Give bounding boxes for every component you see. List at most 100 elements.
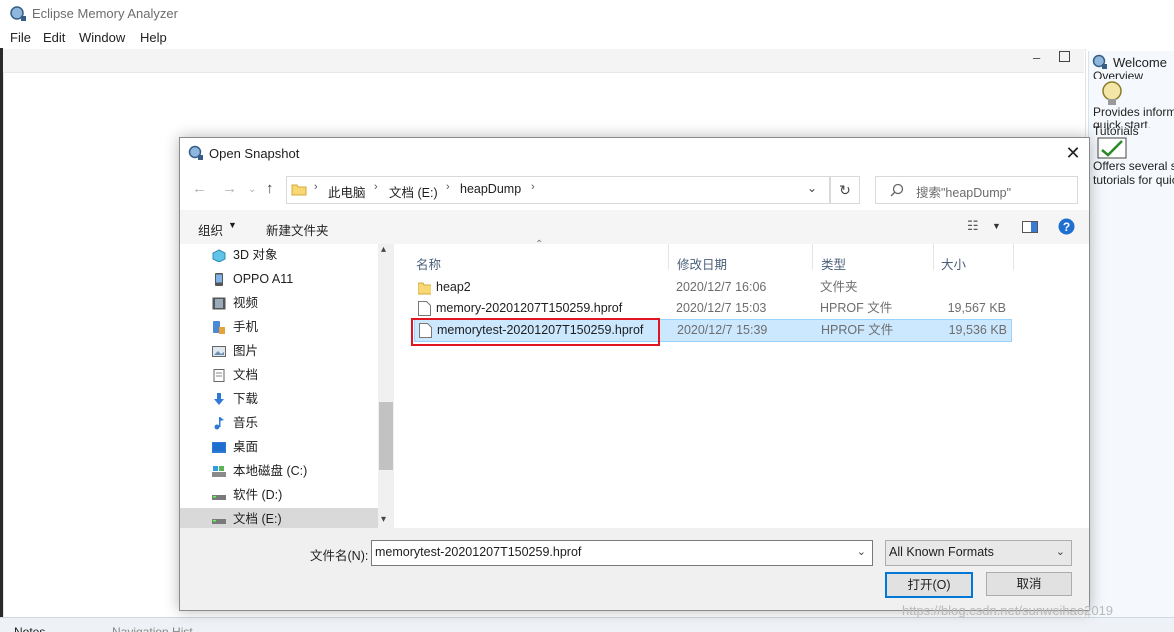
file-row-heap2[interactable]: heap2 2020/12/7 16:06 文件夹 (414, 277, 1010, 298)
pictures-icon (212, 346, 226, 357)
column-separator (668, 244, 669, 270)
highlight-box (411, 318, 660, 346)
scrollbar-thumb[interactable] (379, 402, 393, 470)
bottom-tab-bar: Notes Navigation Hist (0, 617, 1174, 632)
view-dropdown-icon[interactable]: ▼ (992, 221, 1001, 231)
nav-item-oppo-a11[interactable]: OPPO A11 (212, 268, 394, 290)
forward-icon[interactable]: → (222, 180, 237, 197)
drive-icon (212, 495, 226, 500)
overview-icon[interactable] (1101, 81, 1123, 107)
file-format-value: All Known Formats (889, 545, 994, 559)
nav-item-documents-e[interactable]: 文档 (E:) (180, 508, 378, 530)
breadcrumb-separator-icon: › (531, 181, 535, 193)
video-icon (212, 297, 226, 310)
nav-item-music[interactable]: 音乐 (212, 412, 394, 434)
3d-objects-icon (212, 249, 226, 262)
overview-title[interactable]: Overview (1093, 70, 1143, 79)
drive-icon (212, 466, 226, 477)
nav-item-software-d[interactable]: 软件 (D:) (212, 484, 394, 506)
column-separator (1013, 244, 1014, 270)
column-size[interactable]: 大小 (941, 254, 966, 273)
phone-icon (213, 321, 225, 334)
view-options-icon[interactable]: ☷ (967, 218, 979, 234)
organize-button[interactable]: 组织 (198, 220, 223, 239)
breadcrumb-documents-e[interactable]: 文档 (E:) (389, 182, 438, 201)
app-titlebar: Eclipse Memory Analyzer (0, 0, 1174, 28)
tutorials-desc: Offers several s (1093, 159, 1174, 173)
app-title: Eclipse Memory Analyzer (32, 6, 178, 21)
command-bar: 组织 ▼ 新建文件夹 ☷ ▼ ? (180, 210, 1089, 244)
breadcrumb-heapdump[interactable]: heapDump (460, 182, 521, 196)
breadcrumb-separator-icon: › (446, 181, 450, 193)
refresh-button[interactable]: ↻ (830, 176, 860, 204)
close-icon[interactable]: ✕ (1063, 142, 1083, 164)
folder-icon (291, 184, 307, 196)
navigation-history-tab[interactable]: Navigation Hist (112, 626, 193, 632)
dialog-title: Open Snapshot (209, 146, 300, 161)
menu-file[interactable]: File (10, 30, 31, 45)
folder-icon (418, 282, 431, 295)
nav-item-pictures[interactable]: 图片 (212, 340, 394, 362)
nav-item-downloads[interactable]: 下载 (212, 388, 394, 410)
dialog-app-icon (188, 145, 203, 160)
file-icon (418, 301, 431, 316)
maximize-icon[interactable] (1059, 51, 1070, 62)
overview-desc: Provides inform (1093, 105, 1174, 119)
filename-value: memorytest-20201207T150259.hprof (375, 545, 582, 559)
filename-label: 文件名(N): (310, 549, 369, 563)
documents-icon (213, 369, 225, 382)
chevron-down-icon[interactable]: ⌄ (857, 545, 866, 558)
nav-item-videos[interactable]: 视频 (212, 292, 394, 314)
file-format-select[interactable]: All Known Formats ⌄ (885, 540, 1072, 566)
chevron-down-icon[interactable]: ⌄ (1056, 545, 1065, 558)
menu-bar: File Edit Window Help (0, 28, 1174, 48)
preview-pane-icon[interactable] (1022, 221, 1038, 233)
search-icon (890, 183, 904, 197)
scroll-down-icon[interactable]: ▾ (381, 514, 386, 525)
notes-tab[interactable]: Notes (14, 626, 45, 632)
organize-dropdown-icon[interactable]: ▼ (228, 220, 237, 230)
file-row-memory-hprof[interactable]: memory-20201207T150259.hprof 2020/12/7 1… (414, 298, 1010, 319)
column-date[interactable]: 修改日期 (677, 254, 727, 273)
memory-analyzer-icon (10, 6, 26, 21)
sort-indicator-icon: ⌃ (535, 239, 544, 250)
help-icon[interactable]: ? (1058, 218, 1075, 235)
column-type[interactable]: 类型 (821, 254, 846, 273)
menu-help[interactable]: Help (140, 30, 167, 45)
navigation-scrollbar[interactable]: ▴ ▾ (378, 244, 394, 528)
nav-item-desktop[interactable]: 桌面 (212, 436, 394, 458)
column-name[interactable]: 名称 (416, 254, 441, 273)
new-folder-button[interactable]: 新建文件夹 (266, 220, 329, 239)
filename-input[interactable]: memorytest-20201207T150259.hprof ⌄ (371, 540, 873, 566)
tutorials-icon[interactable] (1097, 137, 1127, 159)
menu-window[interactable]: Window (79, 30, 125, 45)
nav-item-3d-objects[interactable]: 3D 对象 (212, 244, 394, 266)
welcome-icon (1092, 54, 1107, 69)
breadcrumb-separator-icon: › (314, 181, 318, 193)
menu-edit[interactable]: Edit (43, 30, 65, 45)
music-icon (214, 417, 224, 430)
nav-item-local-disk-c[interactable]: 本地磁盘 (C:) (212, 460, 394, 482)
back-icon[interactable]: ← (192, 180, 207, 197)
welcome-view: Welcome Overview Provides inform quick s… (1088, 51, 1174, 617)
nav-item-documents[interactable]: 文档 (212, 364, 394, 386)
address-bar[interactable]: › 此电脑 › 文档 (E:) › heapDump › ⌄ (286, 176, 830, 204)
up-icon[interactable]: ↑ (266, 180, 274, 197)
dialog-footer: 文件名(N): memorytest-20201207T150259.hprof… (180, 528, 1089, 610)
minimize-icon[interactable]: – (1033, 50, 1040, 65)
breadcrumb-separator-icon: › (374, 181, 378, 193)
tutorials-desc-2: tutorials for quic (1093, 173, 1174, 187)
refresh-icon: ↻ (839, 182, 851, 198)
cancel-button[interactable]: 取消 (986, 572, 1072, 596)
welcome-tab[interactable]: Welcome (1113, 55, 1167, 70)
phone-device-icon (215, 273, 223, 286)
open-button[interactable]: 打开(O) (885, 572, 973, 598)
watermark-text: https://blog.csdn.net/sunweihao2019 (902, 603, 1114, 618)
scroll-up-icon[interactable]: ▴ (381, 244, 386, 255)
address-dropdown-icon[interactable]: ⌄ (807, 181, 817, 195)
recent-chevron-icon[interactable]: ⌄ (248, 184, 256, 195)
breadcrumb-this-pc[interactable]: 此电脑 (328, 182, 366, 201)
search-input[interactable]: 搜索"heapDump" (875, 176, 1078, 204)
nav-item-phone[interactable]: 手机 (212, 316, 394, 338)
editor-toolbar: – (3, 49, 1084, 73)
